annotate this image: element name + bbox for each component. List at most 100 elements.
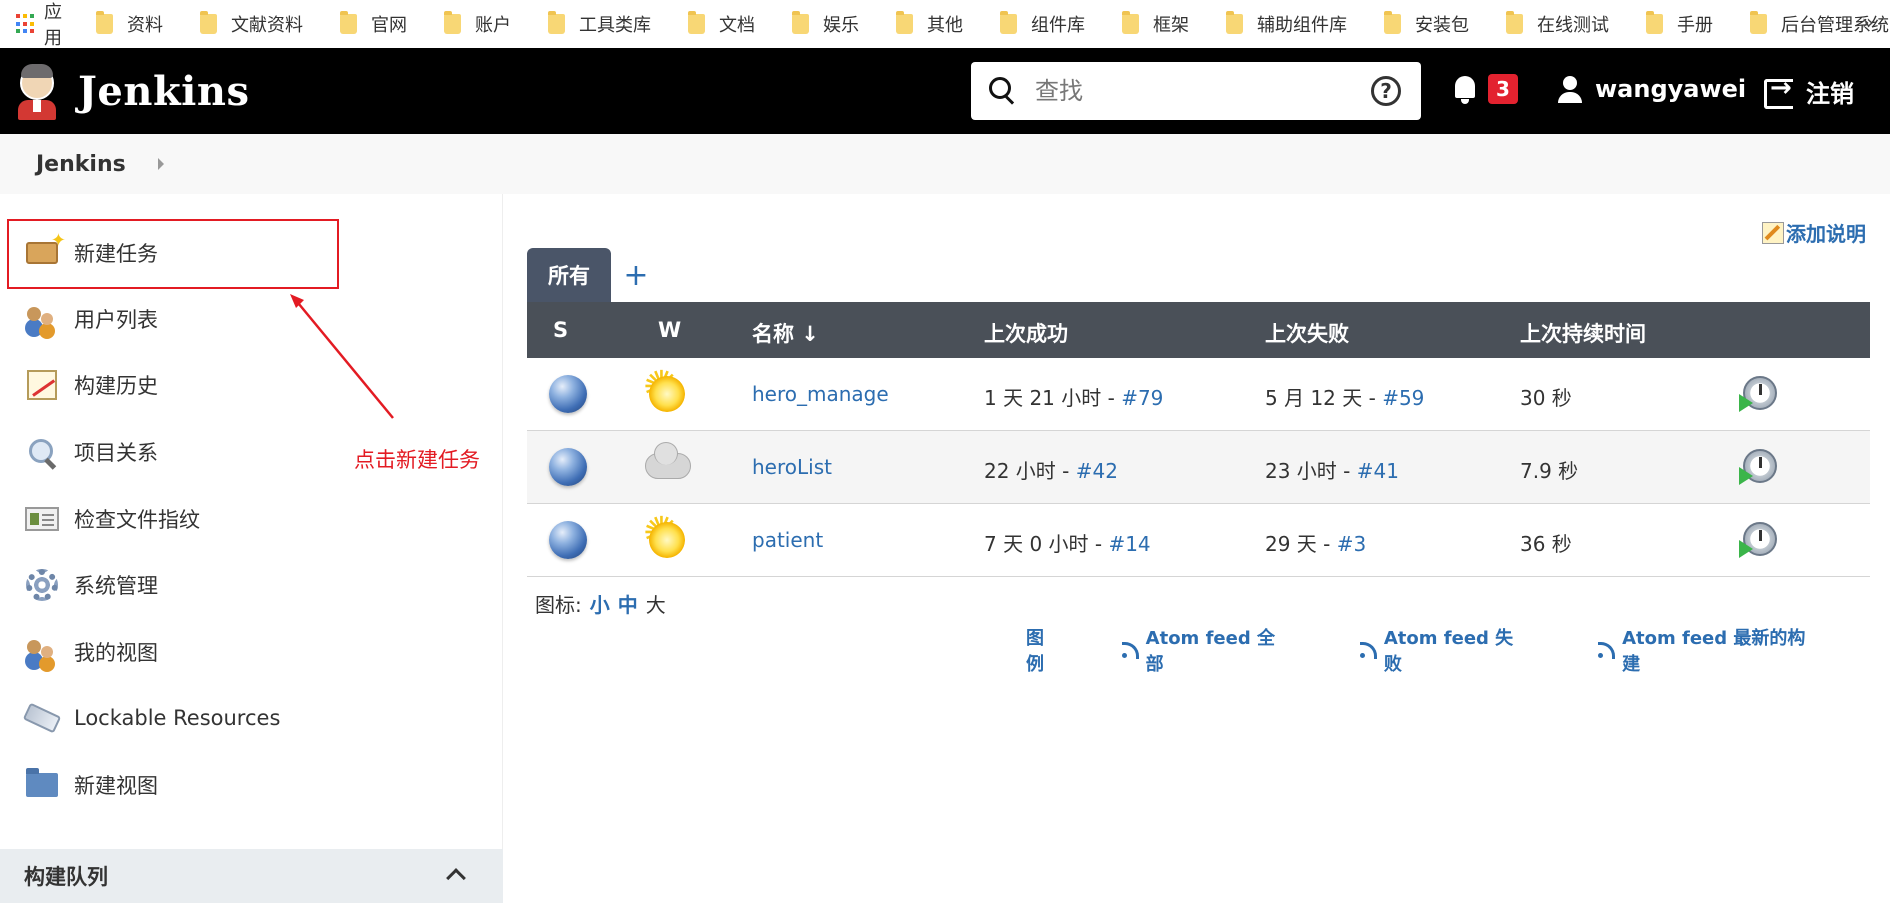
user-link[interactable]: wangyawei (1555, 74, 1746, 104)
search-box: ? (971, 62, 1421, 120)
sidebar-item-manage[interactable]: 系统管理 (24, 565, 158, 605)
add-description-link[interactable]: 添加说明 (1762, 218, 1866, 247)
folder-icon (896, 11, 913, 34)
fingerprint-card-icon (24, 502, 60, 536)
table-row: heroList 22 小时 - #42 23 小时 - #41 7.9 秒 (527, 431, 1870, 504)
table-row: patient 7 天 0 小时 - #14 29 天 - #3 36 秒 (527, 504, 1870, 577)
build-link[interactable]: #42 (1076, 459, 1118, 483)
column-last-failure[interactable]: 上次失败 (1265, 318, 1349, 348)
atom-feed-latest-link[interactable]: Atom feed 最新的构建 (1598, 624, 1822, 676)
folder-icon (1646, 11, 1663, 34)
sidebar-item-lockable-resources[interactable]: Lockable Resources (22, 698, 281, 738)
sidebar-item-label: 用户列表 (74, 308, 158, 332)
tab-all[interactable]: 所有 (527, 248, 611, 302)
jenkins-logo[interactable]: Jenkins (14, 62, 249, 120)
user-icon (1555, 74, 1585, 104)
notepad-icon (24, 368, 60, 402)
gear-icon (24, 568, 60, 602)
breadcrumb-caret-icon[interactable] (157, 158, 164, 170)
sidebar-item-new-view[interactable]: 新建视图 (24, 765, 158, 805)
bookmark-item[interactable]: 账户 (444, 11, 511, 37)
build-link[interactable]: #14 (1108, 532, 1150, 556)
folder-icon (96, 11, 113, 34)
sidebar-item-my-views[interactable]: 我的视图 (24, 632, 158, 672)
sidebar-item-project-relationship[interactable]: 项目关系 (24, 432, 158, 472)
last-success: 1 天 21 小时 - #79 (984, 386, 1164, 410)
last-success: 22 小时 - #42 (984, 459, 1118, 483)
folder-icon (444, 11, 461, 34)
bookmark-item[interactable]: 辅助组件库 (1226, 11, 1347, 37)
column-weather[interactable]: W (658, 318, 681, 342)
build-link[interactable]: #3 (1337, 532, 1366, 556)
folder-icon (548, 11, 565, 34)
chevron-up-icon[interactable] (446, 868, 466, 888)
column-name[interactable]: 名称 ↓ (752, 318, 819, 348)
bookmark-item[interactable]: 在线测试 (1506, 11, 1609, 37)
build-link[interactable]: #59 (1382, 386, 1424, 410)
rss-icon (1121, 642, 1139, 659)
status-blue-ball-icon (549, 521, 587, 559)
sidebar-item-label: 我的视图 (74, 641, 158, 665)
bookmarks-more-icon[interactable]: » (1862, 10, 1874, 34)
build-link[interactable]: #41 (1357, 459, 1399, 483)
bookmark-item[interactable]: 文献资料 (200, 11, 303, 37)
sidebar-item-people[interactable]: 用户列表 (24, 299, 158, 339)
sidebar-item-label: Lockable Resources (74, 706, 281, 730)
bookmark-item[interactable]: 文档 (688, 11, 755, 37)
magnifier-icon (24, 435, 60, 469)
jobs-table: S W 名称 ↓ 上次成功 上次失败 上次持续时间 hero_manage 1 … (527, 302, 1870, 577)
bookmark-item[interactable]: 官网 (340, 11, 407, 37)
last-failure: 23 小时 - #41 (1265, 459, 1399, 483)
breadcrumb: Jenkins (0, 134, 1890, 194)
last-duration: 36 秒 (1520, 532, 1572, 556)
column-last-success[interactable]: 上次成功 (984, 318, 1068, 348)
folder-icon (24, 768, 60, 802)
bookmark-item[interactable]: 其他 (896, 11, 963, 37)
schedule-build-icon[interactable] (1739, 449, 1777, 485)
sidebar: 新建任务 用户列表 构建历史 项目关系 检查文件指纹 系统管理 我的视图 Loc… (0, 194, 503, 903)
column-status[interactable]: S (553, 318, 568, 342)
schedule-build-icon[interactable] (1739, 522, 1777, 558)
last-duration: 30 秒 (1520, 386, 1572, 410)
table-row: hero_manage 1 天 21 小时 - #79 5 月 12 天 - #… (527, 358, 1870, 431)
job-name-link[interactable]: heroList (752, 455, 832, 479)
add-description-label: 添加说明 (1786, 222, 1866, 246)
legend-link[interactable]: 图例 (1026, 624, 1062, 676)
bookmark-item[interactable]: 安装包 (1384, 11, 1469, 37)
bookmark-item[interactable]: 资料 (96, 11, 163, 37)
people-icon (24, 302, 60, 336)
main-panel: 添加说明 所有 + S W 名称 ↓ 上次成功 上次失败 上次持续时间 hero… (504, 194, 1890, 903)
bookmark-apps-label: 应用 (44, 2, 62, 49)
logout-label: 注销 (1806, 80, 1854, 108)
sidebar-item-build-history[interactable]: 构建历史 (24, 365, 158, 405)
bell-icon (1450, 72, 1480, 106)
column-last-duration[interactable]: 上次持续时间 (1520, 318, 1646, 348)
logout-button[interactable]: 注销 (1762, 73, 1854, 109)
bookmark-item[interactable]: 组件库 (1000, 11, 1085, 37)
help-icon[interactable]: ? (1371, 76, 1401, 106)
icon-size-selector: 图标: 小 中 大 (535, 589, 666, 618)
add-view-tab-button[interactable]: + (611, 248, 661, 302)
bookmark-item[interactable]: 工具类库 (548, 11, 651, 37)
build-link[interactable]: #79 (1121, 386, 1163, 410)
sidebar-item-label: 构建历史 (74, 374, 158, 398)
job-name-link[interactable]: patient (752, 528, 823, 552)
atom-feed-failures-link[interactable]: Atom feed 失败 (1359, 624, 1530, 676)
schedule-build-icon[interactable] (1739, 376, 1777, 412)
bookmark-item[interactable]: 娱乐 (792, 11, 859, 37)
icon-size-small[interactable]: 小 (590, 589, 610, 618)
folder-icon (1384, 11, 1401, 34)
build-queue-header[interactable]: 构建队列 (0, 849, 503, 903)
bookmark-item[interactable]: 手册 (1646, 11, 1713, 37)
sidebar-item-fingerprint[interactable]: 检查文件指纹 (24, 499, 200, 539)
breadcrumb-root[interactable]: Jenkins (36, 152, 126, 177)
atom-feed-all-link[interactable]: Atom feed 全部 (1121, 624, 1292, 676)
job-name-link[interactable]: hero_manage (752, 382, 889, 406)
bookmark-apps[interactable]: 应用 (16, 0, 64, 50)
notifications-button[interactable]: 3 (1450, 72, 1518, 106)
icon-size-medium[interactable]: 中 (618, 589, 638, 618)
search-icon (983, 71, 1023, 111)
edit-description-icon (1762, 221, 1784, 244)
bookmark-item[interactable]: 框架 (1122, 11, 1189, 37)
search-input[interactable] (1035, 77, 1365, 105)
